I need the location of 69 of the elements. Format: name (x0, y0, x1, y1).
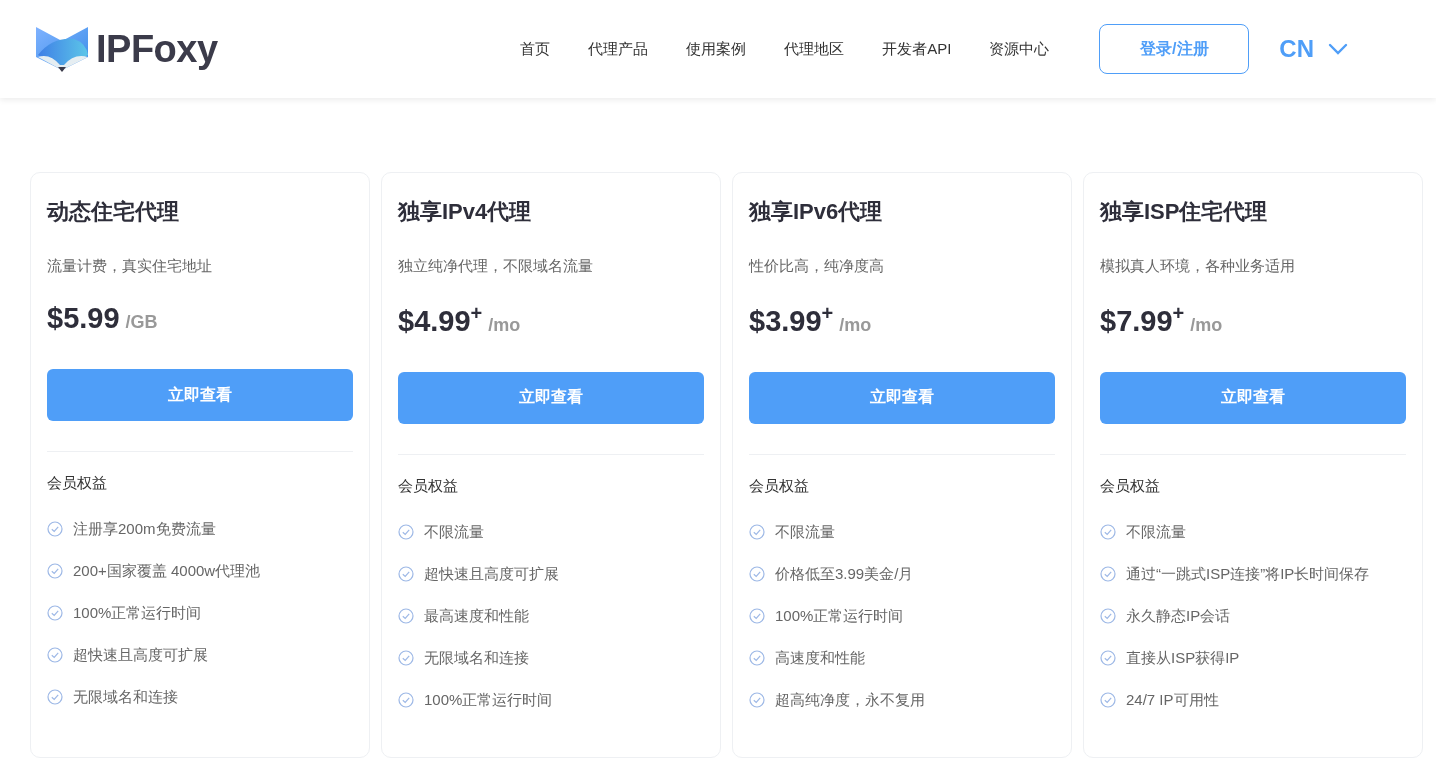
check-circle-icon (749, 691, 765, 708)
feature-text: 100%正常运行时间 (73, 603, 202, 623)
fox-logo-icon (34, 25, 90, 73)
plan-price: $4.99$^{+}$ (398, 302, 483, 338)
check-circle-icon (749, 607, 765, 624)
check-circle-icon (1100, 523, 1116, 540)
plan-title: 独享IPv4代理 (398, 198, 533, 226)
check-circle-icon (1100, 565, 1116, 582)
plan-price: $7.99$^{+}$ (1100, 302, 1185, 338)
feature-text: 高速度和性能 (775, 647, 865, 668)
nav-link[interactable]: 资源中心 (989, 39, 1050, 59)
check-circle-icon (1100, 691, 1116, 708)
nav-link[interactable]: 代理地区 (784, 39, 845, 59)
feature-text: 超快速且高度可扩展 (424, 563, 559, 584)
check-circle-icon (47, 521, 63, 537)
check-circle-icon (398, 691, 414, 708)
feature-text: 不限流量 (775, 521, 835, 542)
feature-text: 100%正常运行时间 (775, 605, 904, 626)
nav-link[interactable]: 代理产品 (588, 39, 649, 59)
chevron-down-icon (1328, 43, 1348, 55)
feature-text: 永久静态IP会话 (1126, 605, 1231, 626)
check-circle-icon (1100, 649, 1116, 666)
plan-description: 流量计费，真实住宅地址 (47, 257, 213, 276)
plan-description: 独立纯净代理，不限域名流量 (398, 257, 594, 276)
check-circle-icon (398, 607, 414, 624)
benefits-label: 会员权益 (749, 476, 810, 496)
nav-link[interactable]: 开发者API (882, 39, 952, 59)
feature-text: 超高纯净度，永不复用 (775, 689, 925, 710)
feature-text: 24/7 IP可用性 (1126, 689, 1219, 710)
benefits-label: 会员权益 (1100, 476, 1161, 496)
plan-price: $3.99$^{+}$ (749, 302, 834, 338)
plan-title: 独享IPv6代理 (749, 198, 884, 226)
feature-text: 价格低至3.99美金/月 (775, 563, 914, 584)
check-circle-icon (749, 649, 765, 666)
price-unit: /GB (125, 312, 158, 333)
feature-text: 不限流量 (424, 521, 484, 542)
feature-text: 注册享200m免费流量 (73, 519, 216, 539)
plan-description: 性价比高，纯净度高 (749, 257, 885, 276)
plan-title: 独享ISP住宅代理 (1100, 198, 1269, 226)
check-circle-icon (398, 649, 414, 666)
feature-text: 通过“一跳式ISP连接”将IP长时间保存 (1126, 563, 1370, 584)
feature-text: 超快速且高度可扩展 (73, 645, 208, 665)
price-unit: /mo (1190, 314, 1223, 336)
feature-text: 无限域名和连接 (424, 647, 529, 668)
check-circle-icon (749, 523, 765, 540)
feature-text: 最高速度和性能 (424, 605, 529, 626)
price-unit: /mo (839, 314, 872, 336)
feature-text: 100%正常运行时间 (424, 689, 553, 710)
feature-text: 200+国家覆盖 4000w代理池 (73, 561, 261, 581)
plan-description: 模拟真人环境，各种业务适用 (1100, 257, 1296, 276)
logo-text[interactable]: IPFoxy (96, 27, 218, 71)
price-unit: /mo (488, 314, 521, 336)
check-circle-icon (47, 605, 63, 621)
feature-text: 直接从ISP获得IP (1126, 647, 1240, 668)
feature-text: 不限流量 (1126, 521, 1186, 542)
check-circle-icon (398, 523, 414, 540)
check-circle-icon (398, 565, 414, 582)
check-circle-icon (1100, 607, 1116, 624)
plan-price: $5.99 (47, 302, 120, 335)
benefits-label: 会员权益 (47, 474, 108, 493)
plan-title: 动态住宅代理 (47, 198, 180, 226)
nav-link[interactable]: 首页 (520, 39, 551, 59)
feature-text: 无限域名和连接 (73, 687, 178, 707)
benefits-label: 会员权益 (398, 476, 459, 496)
check-circle-icon (47, 647, 63, 663)
check-circle-icon (47, 689, 63, 705)
check-circle-icon (47, 563, 63, 579)
check-circle-icon (749, 565, 765, 582)
nav-link[interactable]: 使用案例 (686, 39, 747, 59)
